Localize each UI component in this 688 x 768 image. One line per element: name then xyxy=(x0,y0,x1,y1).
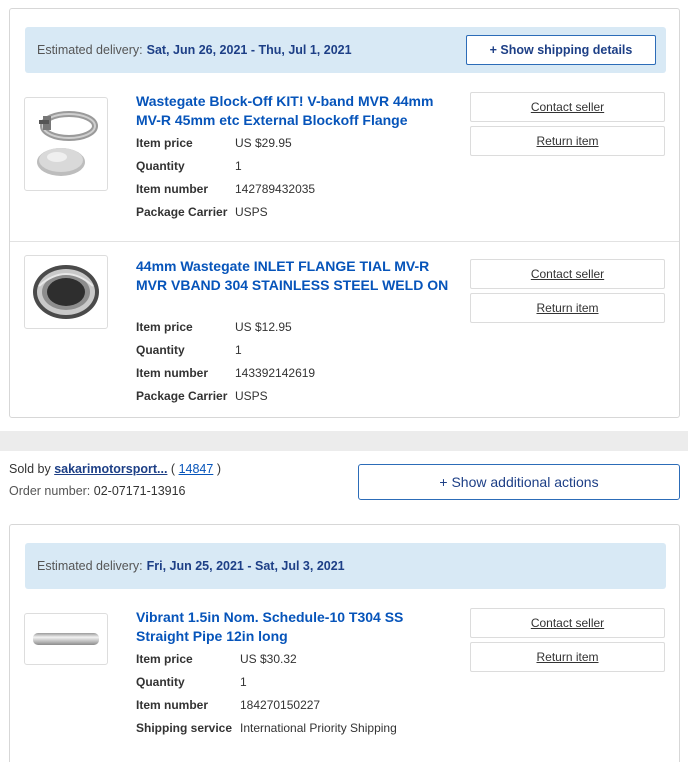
vband-clamp-flange-icon xyxy=(37,111,98,176)
quantity-value: 1 xyxy=(235,158,242,173)
sold-by-line: Sold by sakarimotorsport... ( 14847 ) xyxy=(9,462,221,480)
quantity-value: 1 xyxy=(235,342,242,357)
feedback-score-link[interactable]: 14847 xyxy=(179,462,214,476)
steel-pipe-icon xyxy=(33,633,99,645)
package-carrier-value: USPS xyxy=(235,204,268,219)
item-price-value: US $29.95 xyxy=(235,135,292,150)
shipping-service-label: Shipping service xyxy=(136,720,233,735)
show-shipping-details-button[interactable]: + Show shipping details xyxy=(466,35,656,65)
quantity-label: Quantity xyxy=(136,342,185,357)
feedback-close-paren: ) xyxy=(216,462,221,476)
package-carrier-label: Package Carrier xyxy=(136,388,228,403)
item-number-label: Item number xyxy=(136,697,209,712)
item-price-label: Item price xyxy=(136,319,193,334)
item-title-link[interactable]: 44mm Wastegate INLET FLANGE TIAL MV-R MV… xyxy=(136,257,456,294)
item-thumbnail[interactable] xyxy=(24,613,108,665)
prop-row-price: Item price US $12.95 xyxy=(136,315,315,338)
prop-row-quantity: Quantity 1 xyxy=(136,338,315,361)
prop-row-shipping-service: Shipping service International Priority S… xyxy=(136,716,397,739)
item-divider xyxy=(10,241,679,242)
estimated-delivery-dates: Sat, Jun 26, 2021 - Thu, Jul 1, 2021 xyxy=(146,43,352,57)
item-price-label: Item price xyxy=(136,651,193,666)
estimated-delivery-dates: Fri, Jun 25, 2021 - Sat, Jul 3, 2021 xyxy=(146,559,345,573)
quantity-label: Quantity xyxy=(136,674,185,689)
item-number-label: Item number xyxy=(136,365,209,380)
return-item-button[interactable]: Return item xyxy=(470,642,665,672)
contact-seller-button[interactable]: Contact seller xyxy=(470,608,665,638)
item-price-value: US $12.95 xyxy=(235,319,292,334)
item-properties: Item price US $12.95 Quantity 1 Item numbe… xyxy=(136,315,315,407)
order-card-1: Estimated delivery: Sat, Jun 26, 2021 - … xyxy=(9,8,680,418)
item-title-link[interactable]: Vibrant 1.5in Nom. Schedule-10 T304 SS S… xyxy=(136,608,436,645)
contact-seller-button[interactable]: Contact seller xyxy=(470,92,665,122)
prop-row-item-number: Item number 184270150227 xyxy=(136,693,397,716)
quantity-value: 1 xyxy=(240,674,247,689)
prop-row-item-number: Item number 143392142619 xyxy=(136,361,315,384)
order-number-label: Order number: xyxy=(9,484,91,498)
item-thumbnail[interactable] xyxy=(24,255,108,329)
section-separator xyxy=(0,431,688,451)
order-number-value: 02-07171-13916 xyxy=(93,484,186,498)
contact-seller-button[interactable]: Contact seller xyxy=(470,259,665,289)
item-number-value: 184270150227 xyxy=(240,697,321,712)
prop-row-carrier: Package Carrier USPS xyxy=(136,384,315,407)
prop-row-item-number: Item number 142789432035 xyxy=(136,177,315,200)
item-properties: Item price US $30.32 Quantity 1 Item numbe… xyxy=(136,647,397,739)
shipping-service-value: International Priority Shipping xyxy=(240,720,397,735)
quantity-label: Quantity xyxy=(136,158,185,173)
sold-by-label: Sold by xyxy=(9,462,51,476)
show-additional-actions-button[interactable]: + Show additional actions xyxy=(358,464,680,500)
item-number-label: Item number xyxy=(136,181,209,196)
order-card-2: Estimated delivery: Fri, Jun 25, 2021 - … xyxy=(9,524,680,762)
item-price-value: US $30.32 xyxy=(240,651,297,666)
estimated-delivery-banner: Estimated delivery: Sat, Jun 26, 2021 - … xyxy=(25,27,666,73)
item-title-link[interactable]: Wastegate Block-Off KIT! V-band MVR 44mm… xyxy=(136,92,456,129)
prop-row-quantity: Quantity 1 xyxy=(136,154,315,177)
order-item: 44mm Wastegate INLET FLANGE TIAL MV-R MV… xyxy=(10,251,679,411)
seller-name-link[interactable]: sakarimotorsport... xyxy=(54,462,167,476)
return-item-button[interactable]: Return item xyxy=(470,126,665,156)
order-number-line: Order number: 02-07171-13916 xyxy=(9,484,221,498)
package-carrier-value: USPS xyxy=(235,388,268,403)
item-number-value: 143392142619 xyxy=(235,365,316,380)
steel-ring-flange-icon xyxy=(33,265,99,319)
prop-row-price: Item price US $30.32 xyxy=(136,647,397,670)
estimated-delivery-banner: Estimated delivery: Fri, Jun 25, 2021 - … xyxy=(25,543,666,589)
prop-row-quantity: Quantity 1 xyxy=(136,670,397,693)
prop-row-price: Item price US $29.95 xyxy=(136,131,315,154)
seller-info: Sold by sakarimotorsport... ( 14847 ) Or… xyxy=(9,462,221,498)
estimated-delivery-label: Estimated delivery: xyxy=(37,43,143,57)
item-price-label: Item price xyxy=(136,135,193,150)
item-thumbnail[interactable] xyxy=(24,97,108,191)
prop-row-carrier: Package Carrier USPS xyxy=(136,200,315,223)
package-carrier-label: Package Carrier xyxy=(136,204,228,219)
item-properties: Item price US $29.95 Quantity 1 Item numbe… xyxy=(136,131,315,223)
return-item-button[interactable]: Return item xyxy=(470,293,665,323)
order-item: Wastegate Block-Off KIT! V-band MVR 44mm… xyxy=(10,91,679,241)
estimated-delivery-label: Estimated delivery: xyxy=(37,559,143,573)
feedback-open-paren: ( xyxy=(170,462,176,476)
item-number-value: 142789432035 xyxy=(235,181,316,196)
order-item: Vibrant 1.5in Nom. Schedule-10 T304 SS S… xyxy=(10,607,679,757)
